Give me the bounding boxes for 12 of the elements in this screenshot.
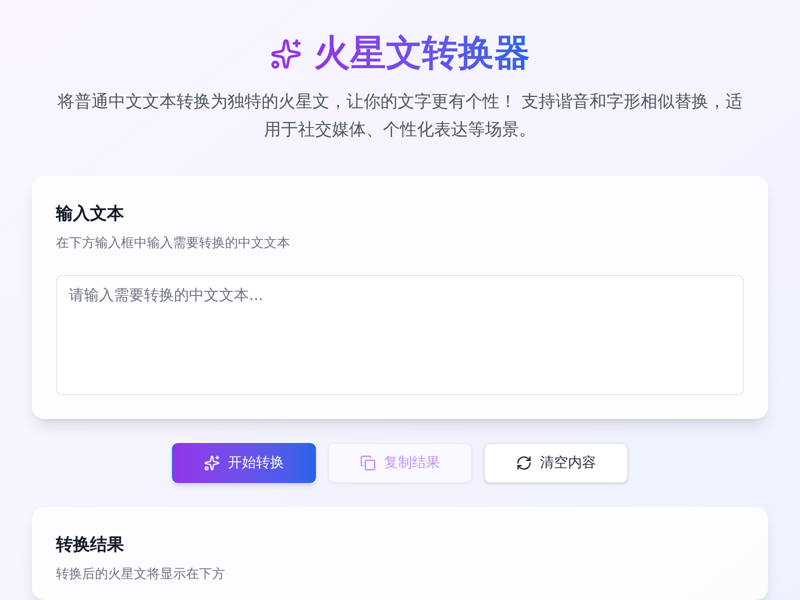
card-title: 输入文本 [56, 203, 125, 226]
convert-button[interactable]: 开始转换 [172, 443, 316, 483]
copy-icon [360, 455, 376, 471]
sparkle-icon [204, 455, 220, 471]
input-field[interactable]: 请输入需要转换的中文文本... [56, 275, 744, 395]
card-title: 转换结果 [56, 534, 125, 557]
page-description: 将普通中文文本转换为独特的火星文，让你的文字更有个性！ 支持谐音和字形相似替换，适用于社交媒体、个性化表达等场景。 [56, 91, 744, 142]
refresh-icon [516, 455, 532, 471]
card-subtitle: 转换后的火星文将显示在下方 [56, 566, 226, 584]
card-subtitle: 在下方输入框中输入需要转换的中文文本 [56, 234, 291, 252]
clear-button[interactable]: 清空内容 [484, 443, 628, 483]
sparkle-icon [270, 38, 302, 70]
